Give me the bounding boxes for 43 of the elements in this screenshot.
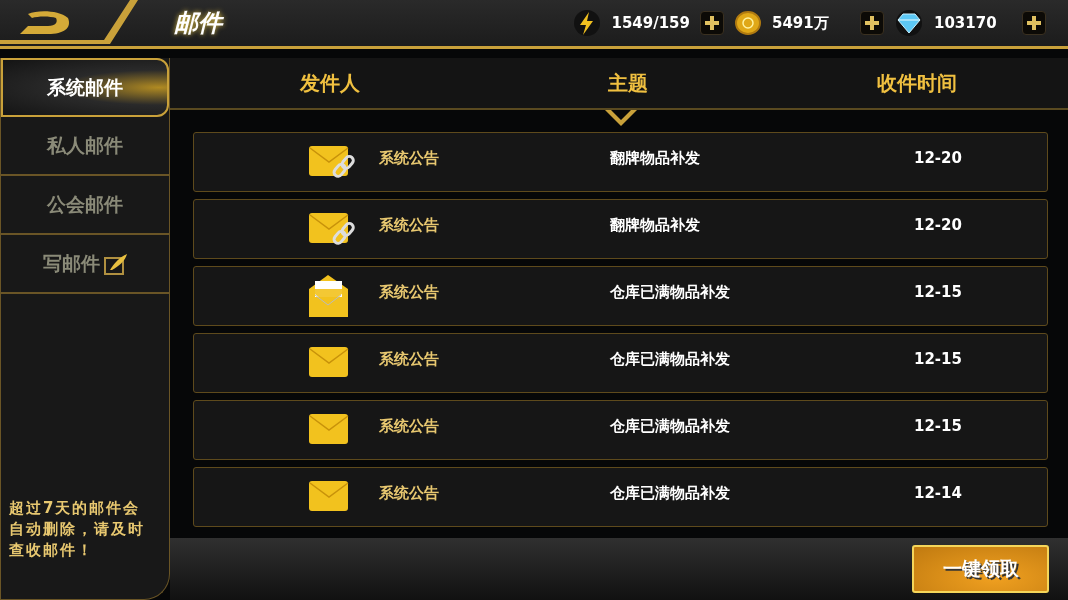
sidebar-tab[interactable]: 系统邮件 — [1, 58, 169, 117]
sender-text: 系统公告 — [379, 417, 440, 436]
time-text: 12-15 — [914, 350, 962, 368]
sender-text: 系统公告 — [379, 283, 440, 302]
sender-text: 系统公告 — [379, 484, 440, 503]
mail-row[interactable]: 系统公告 仓库已满物品补发 12-15 — [193, 333, 1048, 393]
resource-amount: 5491万 — [772, 13, 830, 33]
subject-text: 仓库已满物品补发 — [610, 283, 731, 302]
subject-text: 翻牌物品补发 — [610, 149, 701, 168]
add-button[interactable] — [860, 11, 884, 35]
time-text: 12-20 — [914, 149, 962, 167]
time-text: 12-14 — [914, 484, 962, 502]
subject-text: 仓库已满物品补发 — [610, 484, 731, 503]
mail-row[interactable]: 系统公告 仓库已满物品补发 12-15 — [193, 266, 1048, 326]
sender-text: 系统公告 — [379, 149, 440, 168]
page-title: 邮件 — [174, 8, 225, 39]
column-header: 发件人 — [299, 69, 361, 97]
coin-icon — [734, 9, 762, 37]
compose-icon — [103, 252, 128, 275]
lightning-icon — [573, 9, 602, 37]
add-button[interactable] — [700, 11, 724, 35]
mail-row[interactable]: 系统公告 翻牌物品补发 12-20 — [193, 199, 1048, 259]
plus-icon — [1027, 16, 1041, 30]
sender-text: 系统公告 — [379, 216, 440, 235]
mail-row[interactable]: 系统公告 仓库已满物品补发 12-14 — [193, 467, 1048, 527]
mail-row[interactable]: 系统公告 仓库已满物品补发 12-15 — [193, 400, 1048, 460]
notice-text: 超过7天的邮件会自动删除，请及时查收邮件！ — [9, 498, 146, 561]
time-text: 12-15 — [914, 283, 962, 301]
sender-text: 系统公告 — [379, 350, 440, 369]
plus-icon — [705, 16, 719, 30]
resource-amount: 103170 — [934, 14, 998, 32]
subject-text: 仓库已满物品补发 — [610, 350, 731, 369]
plus-icon — [865, 16, 879, 30]
column-header: 主题 — [606, 69, 649, 97]
subject-text: 翻牌物品补发 — [610, 216, 701, 235]
mail-row[interactable]: 系统公告 翻牌物品补发 12-20 — [193, 132, 1048, 192]
add-button[interactable] — [1022, 11, 1046, 35]
resource-amount: 1549/159 — [611, 14, 690, 32]
column-header: 收件时间 — [875, 69, 958, 97]
time-text: 12-15 — [914, 417, 962, 435]
notch-icon — [605, 110, 637, 128]
subject-text: 仓库已满物品补发 — [610, 417, 731, 436]
time-text: 12-20 — [914, 216, 962, 234]
